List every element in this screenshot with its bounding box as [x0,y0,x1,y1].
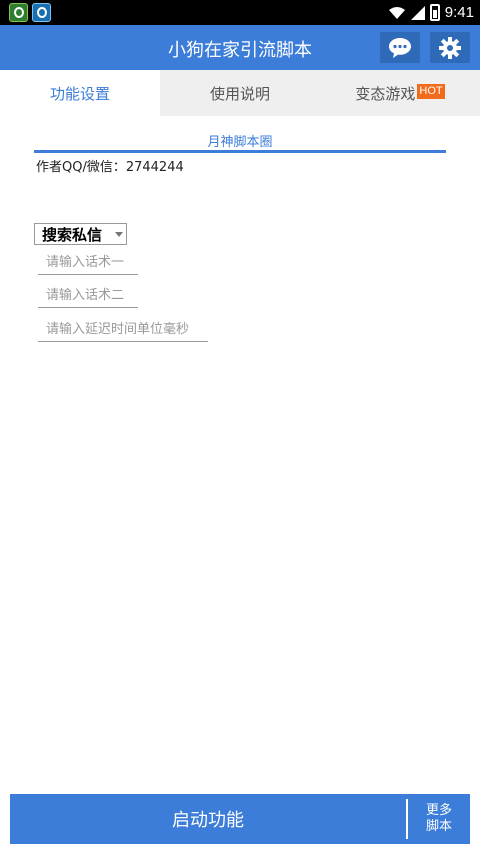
settings-button[interactable] [430,32,470,63]
more-scripts-label-line2: 脚本 [425,819,452,834]
script-text-one-input[interactable] [38,251,138,275]
dropdown-arrow-icon [115,232,123,237]
tab-label: 使用说明 [209,84,270,103]
script-text-two-input[interactable] [38,284,138,308]
hot-badge: HOT [417,83,445,99]
battery-icon [429,4,440,21]
signal-icon [410,5,425,20]
mode-select-value: 搜索私信 [42,225,103,244]
app-notification-icon [9,3,28,22]
tab-label: 变态游戏 [355,84,416,103]
tab-games[interactable]: 变态游戏 HOT [320,70,480,116]
bottom-action-bar: 启动功能 更多 脚本 [10,794,470,844]
mode-select[interactable]: 搜索私信 [34,223,127,245]
start-button-label: 启动功能 [172,810,244,831]
more-scripts-button[interactable]: 更多 脚本 [408,794,470,844]
wifi-icon [388,6,405,19]
status-bar: 9:41 [0,0,480,25]
chat-bubble-icon [389,37,411,58]
tab-label: 功能设置 [49,84,110,103]
tab-bar: 功能设置 使用说明 变态游戏 HOT [0,70,480,116]
tab-instructions[interactable]: 使用说明 [160,70,320,116]
link-underline [34,150,446,153]
status-time: 9:41 [444,4,474,21]
browser-notification-icon [32,3,51,22]
chat-button[interactable] [380,32,420,63]
more-scripts-label-line1: 更多 [425,803,452,818]
start-button[interactable]: 启动功能 [10,794,406,844]
author-contact: 作者QQ/微信：2744244 [36,160,184,175]
app-header: 小狗在家引流脚本 [0,25,480,70]
tab-feature-settings[interactable]: 功能设置 [0,70,160,116]
script-circle-link[interactable]: 月神脚本圈 [34,131,446,150]
gear-icon [439,36,461,59]
delay-ms-input[interactable] [38,318,208,342]
